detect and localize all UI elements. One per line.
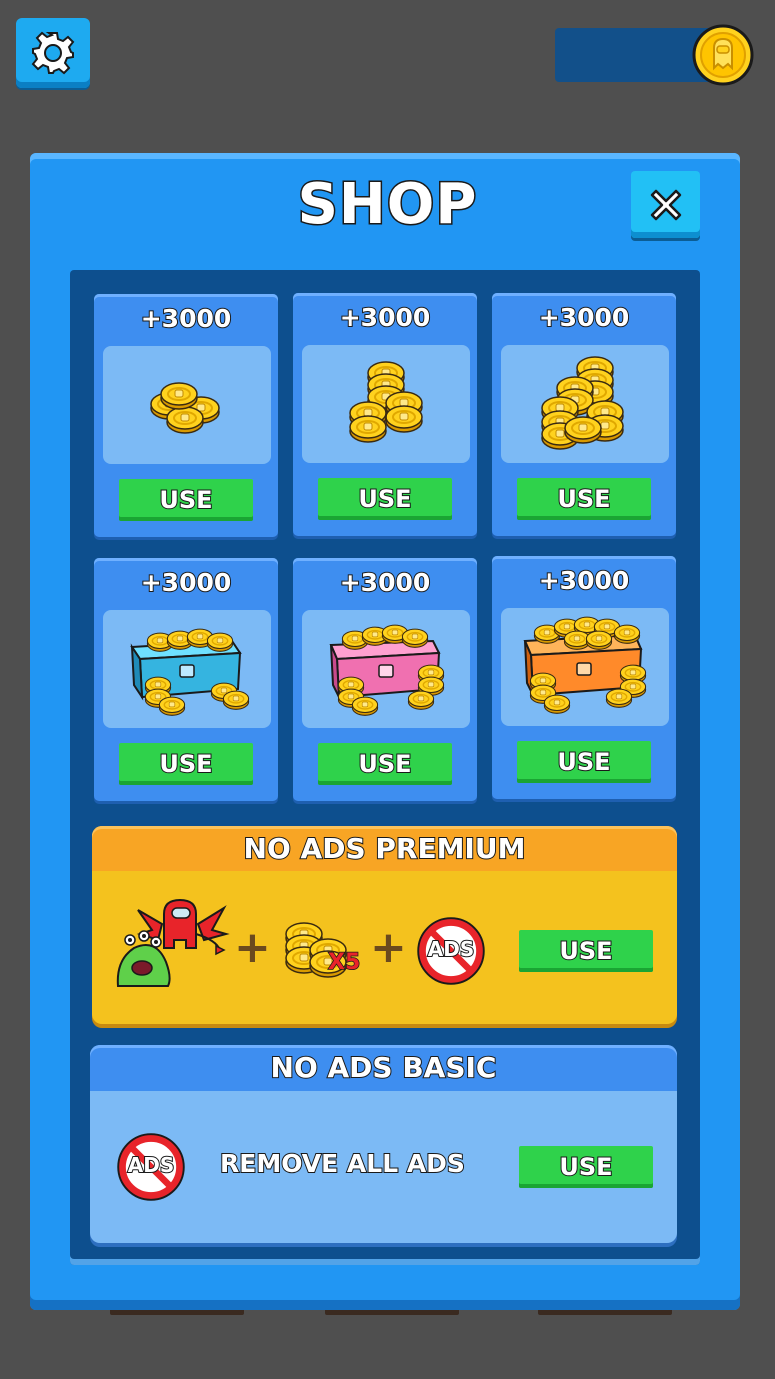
ads-label: ADS bbox=[427, 936, 475, 962]
monster-characters-icon bbox=[116, 898, 230, 987]
coin-stacks-image bbox=[302, 345, 470, 463]
gear-icon bbox=[31, 31, 75, 75]
coin-pack-card-6: +3000 USE bbox=[492, 556, 676, 799]
no-ads-premium-offer: NO ADS PREMIUM + X5 + ADS USE bbox=[92, 826, 677, 1024]
coin-pack-amount: +3000 bbox=[140, 567, 233, 598]
large-coin-stacks-image bbox=[501, 345, 669, 463]
close-button[interactable] bbox=[631, 171, 700, 238]
coin-pack-amount: +3000 bbox=[339, 302, 432, 333]
ads-label: ADS bbox=[127, 1152, 175, 1178]
multiplier-label: X5 bbox=[327, 949, 361, 976]
no-ads-icon: ADS bbox=[113, 1129, 189, 1205]
no-ads-basic-offer: NO ADS BASIC ADS REMOVE ALL ADS USE bbox=[90, 1045, 677, 1243]
use-button[interactable]: USE bbox=[517, 478, 651, 520]
basic-header: NO ADS BASIC bbox=[90, 1045, 677, 1091]
premium-header: NO ADS PREMIUM bbox=[92, 826, 677, 871]
ghost-coin-icon bbox=[692, 24, 754, 86]
small-coin-pile-image bbox=[103, 346, 271, 464]
coin-pack-card-2: +3000 USE bbox=[293, 293, 477, 536]
coin-pack-card-5: +3000 USE bbox=[293, 558, 477, 801]
premium-use-button[interactable]: USE bbox=[519, 930, 653, 972]
coin-pack-card-4: +3000 USE bbox=[94, 558, 278, 801]
settings-button[interactable] bbox=[16, 18, 90, 88]
basic-title: NO ADS BASIC bbox=[270, 1050, 498, 1085]
coin-pack-card-1: +3000 USE bbox=[94, 294, 278, 537]
close-icon bbox=[650, 189, 681, 220]
coin-pack-card-3: +3000 USE bbox=[492, 293, 676, 536]
coin-pack-amount: +3000 bbox=[538, 565, 631, 596]
no-ads-icon: ADS bbox=[413, 913, 489, 989]
use-button[interactable]: USE bbox=[318, 743, 452, 785]
plus-icon: + bbox=[370, 922, 407, 973]
coin-pack-amount: +3000 bbox=[339, 567, 432, 598]
plus-icon: + bbox=[234, 922, 271, 973]
use-button[interactable]: USE bbox=[517, 741, 651, 783]
use-button[interactable]: USE bbox=[119, 479, 253, 521]
basic-description: REMOVE ALL ADS bbox=[219, 1148, 466, 1179]
use-button[interactable]: USE bbox=[119, 743, 253, 785]
coin-pack-amount: +3000 bbox=[538, 302, 631, 333]
coin-balance-bar bbox=[555, 28, 715, 82]
coin-pack-amount: +3000 bbox=[140, 303, 233, 334]
blue-treasure-chest-image bbox=[103, 610, 271, 728]
use-button[interactable]: USE bbox=[318, 478, 452, 520]
orange-treasure-chest-image bbox=[501, 608, 669, 726]
pink-treasure-chest-image bbox=[302, 610, 470, 728]
basic-use-button[interactable]: USE bbox=[519, 1146, 653, 1188]
premium-title: NO ADS PREMIUM bbox=[243, 831, 527, 866]
